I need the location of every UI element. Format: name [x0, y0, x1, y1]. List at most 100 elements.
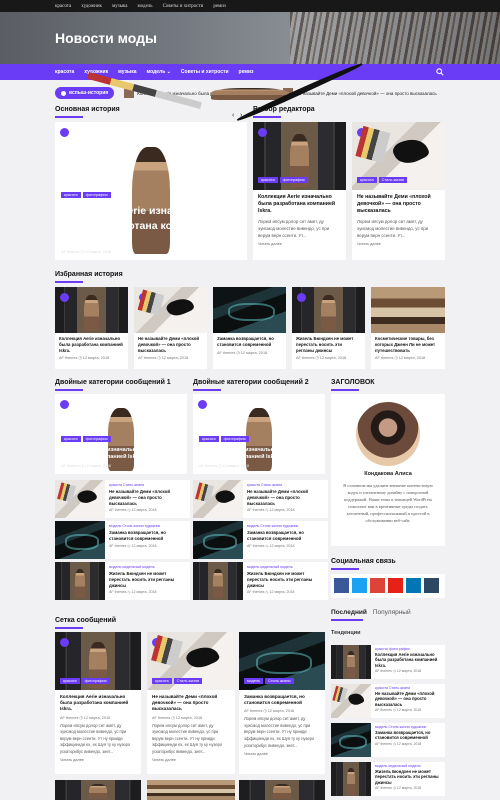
- post-title[interactable]: Жизель Бюндхен не может перестать носить…: [296, 336, 361, 353]
- post-title[interactable]: Не называйте Деми «плохой девочкой» — он…: [138, 336, 203, 353]
- list-item[interactable]: модель модельный модель Жизель Бюндхен не…: [55, 562, 190, 600]
- category-tag[interactable]: красота: [258, 177, 278, 183]
- post-title[interactable]: Коллекция Aerie изначально была разработ…: [375, 652, 441, 668]
- tab-popular[interactable]: Популярный: [373, 609, 411, 616]
- featured-card[interactable]: Жизель Бюндхен не может перестать носить…: [292, 287, 365, 369]
- topbar-link-hudozhnik[interactable]: художник: [81, 4, 102, 9]
- next-arrow-icon[interactable]: ›: [240, 112, 242, 119]
- post-title[interactable]: Заманка возвращается, но становится совр…: [247, 530, 324, 542]
- category-tag[interactable]: модель модельный модель: [109, 565, 186, 569]
- list-item[interactable]: модель Стиль жизни художник Заманка возвр…: [55, 521, 190, 559]
- post-image[interactable]: [331, 723, 371, 757]
- post-title[interactable]: Жизель Бюндхен не может перестать носить…: [109, 571, 186, 588]
- topbar-link-krasota[interactable]: красота: [55, 4, 71, 9]
- post-title[interactable]: Заманка возвращается, но становится совр…: [109, 530, 186, 542]
- main-story-title[interactable]: Коллекция Aerie изначально была разработ…: [61, 204, 241, 247]
- category-tag[interactable]: Стиль жизни: [173, 678, 203, 684]
- category-tag[interactable]: красота Стиль жизни: [247, 483, 324, 487]
- category-tag[interactable]: Стиль жизни: [378, 177, 408, 183]
- editor-card[interactable]: красота Стиль жизни Не называйте Деми «пл…: [352, 122, 445, 260]
- post-image[interactable]: [147, 780, 235, 800]
- prev-arrow-icon[interactable]: ‹: [232, 112, 234, 119]
- google-plus-icon[interactable]: [370, 578, 385, 593]
- list-item[interactable]: красота фотография Коллекция Aerie изнача…: [331, 645, 445, 679]
- site-title[interactable]: Новости моды: [55, 30, 157, 46]
- category-tag[interactable]: фотография: [82, 435, 111, 442]
- post-image[interactable]: [55, 521, 105, 559]
- post-title[interactable]: Заманка возвращается, но становится совр…: [244, 694, 320, 706]
- post-title[interactable]: Жизель Бюндхен не может перестать носить…: [375, 769, 441, 785]
- post-image[interactable]: [134, 287, 207, 333]
- category-tag[interactable]: красота Стиль жизни: [109, 483, 186, 487]
- tumblr-icon[interactable]: [424, 578, 439, 593]
- main-story-card[interactable]: красота фотография Коллекция Aerie изнача…: [55, 122, 247, 260]
- grid-card[interactable]: модель Стиль жизни Заманка возвращается, …: [239, 632, 325, 774]
- post-image[interactable]: красота Стиль жизни: [147, 632, 235, 690]
- topbar-link-muzyka[interactable]: музыка: [112, 4, 128, 9]
- category-tag[interactable]: фотография: [220, 435, 249, 442]
- category-tag[interactable]: модель Стиль жизни художник: [109, 524, 186, 528]
- nav-item-sovety[interactable]: Советы и хитрости: [181, 69, 229, 75]
- list-item[interactable]: красота Стиль жизни Не называйте Деми «пл…: [331, 684, 445, 718]
- post-image[interactable]: [331, 762, 371, 796]
- topbar-link-model[interactable]: модель: [138, 4, 153, 9]
- read-more-link[interactable]: Читать далее: [152, 758, 230, 762]
- nav-item-muzyka[interactable]: музыка: [118, 69, 136, 75]
- list-item[interactable]: модель модельный модель Жизель Бюндхен не…: [193, 562, 328, 600]
- post-title[interactable]: Не называйте Деми «плохой девочкой» — он…: [375, 691, 441, 707]
- read-more-link[interactable]: Читать далее: [60, 758, 136, 762]
- post-image[interactable]: красота Стиль жизни: [352, 122, 445, 190]
- post-image[interactable]: [213, 287, 286, 333]
- category-tag[interactable]: модель Стиль жизни художник: [247, 524, 324, 528]
- category-tag[interactable]: красота: [357, 177, 377, 183]
- category-tag[interactable]: модель модельный модель: [247, 565, 324, 569]
- featured-card[interactable]: Не называйте Деми «плохой девочкой» — он…: [134, 287, 207, 369]
- post-title[interactable]: Не называйте Деми «плохой девочкой» — он…: [357, 194, 440, 215]
- post-title[interactable]: Заманка возвращается, но становится совр…: [375, 730, 441, 741]
- post-title[interactable]: Коллекция Aerie изначально была разработ…: [60, 694, 136, 713]
- post-image[interactable]: модель Стиль жизни: [239, 632, 325, 690]
- post-image[interactable]: [331, 645, 371, 679]
- post-image[interactable]: красота фотография: [55, 632, 141, 690]
- read-more-link[interactable]: Читать далее: [258, 242, 341, 246]
- read-more-link[interactable]: Читать далее: [244, 752, 320, 756]
- post-image[interactable]: [55, 287, 128, 333]
- grid-card[interactable]: красота Стиль жизни Не называйте Деми «пл…: [147, 632, 235, 774]
- post-image[interactable]: [55, 480, 105, 518]
- search-icon[interactable]: [436, 68, 444, 76]
- post-title[interactable]: Не называйте Деми «плохой девочкой» — он…: [152, 694, 230, 713]
- category-tag[interactable]: фотография: [279, 177, 308, 183]
- nav-item-remiz[interactable]: ремиз: [239, 69, 254, 75]
- category-tag[interactable]: модель: [244, 678, 264, 684]
- post-image[interactable]: [55, 780, 141, 800]
- double2-main-card[interactable]: красота фотография Коллекция Aerie изнача…: [193, 394, 325, 474]
- twitter-icon[interactable]: [352, 578, 367, 593]
- category-tag[interactable]: красота: [199, 435, 219, 442]
- nav-item-model[interactable]: модель ⌄: [146, 69, 170, 75]
- topbar-link-remiz[interactable]: ремиз: [213, 4, 226, 9]
- post-title[interactable]: Жизель Бюндхен не может перестать носить…: [247, 571, 324, 588]
- featured-card[interactable]: Коллекция Aerie изначально была разработ…: [55, 287, 128, 369]
- ticker-item[interactable]: Не называйте Деми «плохой девочкой» — он…: [282, 88, 437, 98]
- featured-card[interactable]: Косметические товары, без которых Дженн …: [371, 287, 445, 369]
- post-title[interactable]: Коллекция Aerie изначально была разработ…: [61, 447, 181, 461]
- list-item[interactable]: модель Стиль жизни художник Заманка возвр…: [193, 521, 328, 559]
- category-tag[interactable]: Стиль жизни: [265, 678, 294, 684]
- linkedin-icon[interactable]: [406, 578, 421, 593]
- post-title[interactable]: Косметические товары, без которых Дженн …: [375, 336, 441, 353]
- category-tag[interactable]: красота: [152, 678, 172, 684]
- topbar-link-sovety[interactable]: Советы и хитрости: [163, 4, 204, 9]
- post-title[interactable]: Не называйте Деми «плохой девочкой» — он…: [109, 489, 186, 506]
- grid-card[interactable]: красота фотография Коллекция Aerie изнача…: [55, 632, 141, 774]
- category-tag[interactable]: модель модельный модель: [375, 764, 441, 768]
- post-image[interactable]: [193, 521, 243, 559]
- editor-card[interactable]: красота фотография Коллекция Aerie изнача…: [253, 122, 346, 260]
- post-image[interactable]: [331, 684, 371, 718]
- category-tag[interactable]: красота Стиль жизни: [375, 686, 441, 690]
- youtube-icon[interactable]: [388, 578, 403, 593]
- read-more-link[interactable]: Читать далее: [357, 242, 440, 246]
- post-image[interactable]: [193, 562, 243, 600]
- nav-item-krasota[interactable]: красота: [55, 69, 74, 75]
- category-tag[interactable]: модель Стиль жизни художник: [375, 725, 441, 729]
- category-tag[interactable]: красота фотография: [375, 647, 441, 651]
